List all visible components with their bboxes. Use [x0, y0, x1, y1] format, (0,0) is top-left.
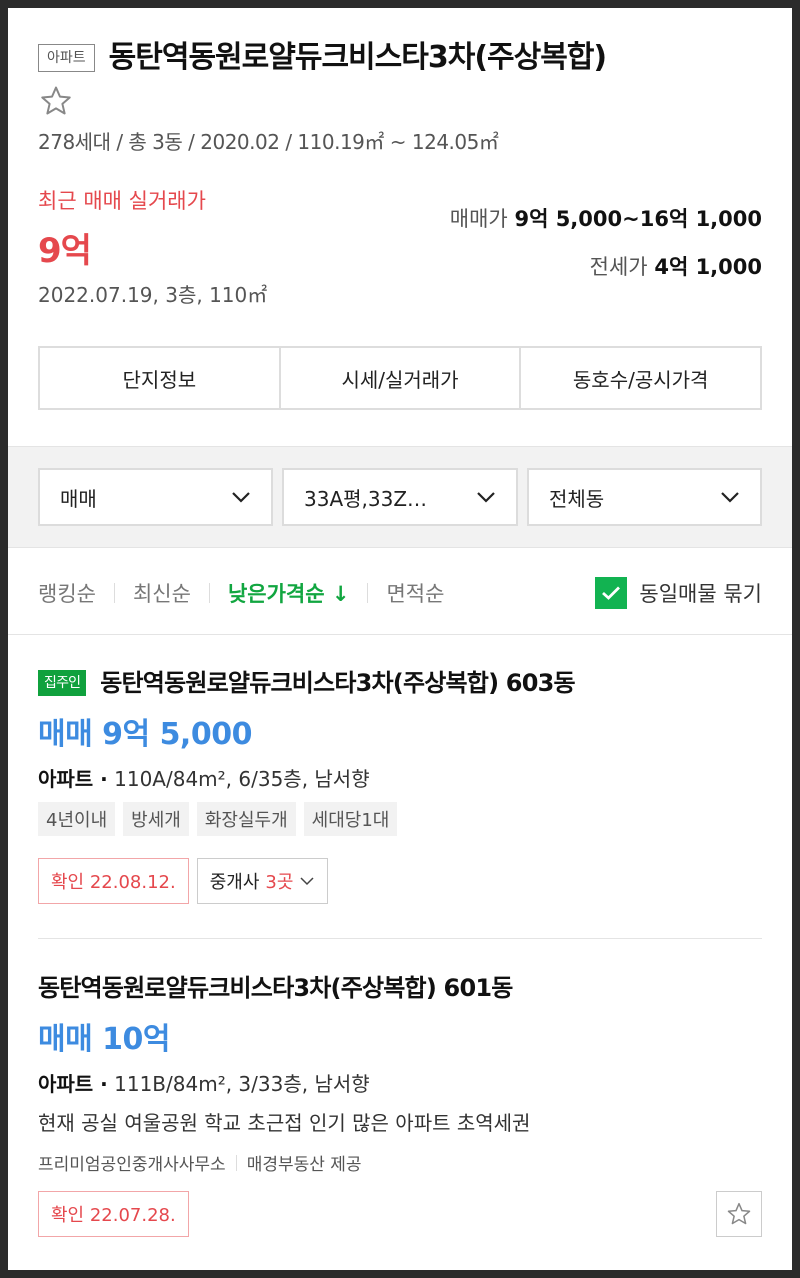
- area-value: 33A평,33Z…: [304, 486, 428, 511]
- provider-divider: [235, 1154, 237, 1171]
- trade-type-select[interactable]: 매매: [38, 468, 273, 526]
- app-frame: 아파트 동탄역동원로얄듀크비스타3차(주상복합) 278세대 / 총 3동 / …: [8, 8, 792, 1270]
- listing-tags: 4년이내 방세개 화장실두개 세대당1대: [38, 802, 762, 836]
- agency-name: 프리미엄공인중개사사무소: [38, 1155, 226, 1175]
- recent-trade-price: 9억: [38, 231, 92, 271]
- listing-price: 매매 9억 5,000: [38, 717, 252, 752]
- listing-tag: 4년이내: [38, 802, 116, 836]
- listing-spec-type: 아파트 ·: [38, 767, 108, 791]
- jeonse-price-value: 4억 1,000: [654, 255, 762, 279]
- complex-summary: 278세대 / 총 3동 / 2020.02 / 110.19㎡ ~ 124.0…: [38, 130, 499, 154]
- property-type-tag: 아파트: [38, 44, 95, 72]
- sale-price-range: 매매가 9억 5,000~16억 1,000: [450, 203, 762, 233]
- listing-spec-detail: 111B/84m², 3/33층, 남서향: [107, 1072, 370, 1096]
- listing-tag: 세대당1대: [303, 802, 398, 836]
- star-icon: [727, 1202, 751, 1225]
- chevron-down-icon: [232, 492, 250, 503]
- complex-header: 아파트 동탄역동원로얄듀크비스타3차(주상복합) 278세대 / 총 3동 / …: [8, 8, 792, 446]
- sort-low-price[interactable]: 낮은가격순 ↓: [228, 578, 350, 608]
- owner-badge: 집주인: [38, 670, 87, 696]
- complex-title: 동탄역동원로얄듀크비스타3차(주상복합): [108, 40, 607, 75]
- listing-provider: 프리미엄공인중개사사무소 매경부동산 제공: [38, 1150, 762, 1175]
- tab-unit-official-price[interactable]: 동호수/공시가격: [521, 348, 761, 408]
- listing-title: 동탄역동원로얄듀크비스타3차(주상복합) 601동: [38, 974, 513, 1002]
- area-select[interactable]: 33A평,33Z…: [282, 468, 518, 526]
- sort-area[interactable]: 면적순: [386, 578, 444, 608]
- chevron-down-icon: [300, 877, 314, 886]
- sort-divider: [208, 583, 210, 603]
- building-value: 전체동: [549, 486, 605, 511]
- agency-count-button[interactable]: 중개사 3곳: [196, 858, 329, 904]
- favorite-star-icon[interactable]: [39, 84, 73, 118]
- chevron-down-icon: [477, 492, 495, 503]
- price-block: 최근 매매 실거래가 9억 2022.07.19, 3층, 110㎡ 매매가 9…: [38, 185, 762, 315]
- sort-divider: [367, 583, 369, 603]
- data-provider: 매경부동산 제공: [246, 1155, 362, 1175]
- jeonse-price-range: 전세가 4억 1,000: [590, 251, 762, 281]
- building-select[interactable]: 전체동: [527, 468, 762, 526]
- tab-market-price[interactable]: 시세/실거래가: [280, 348, 522, 408]
- checkbox-checked-icon[interactable]: [595, 577, 628, 609]
- chevron-down-icon: [721, 492, 739, 503]
- favorite-listing-button[interactable]: [716, 1191, 762, 1237]
- listing-spec-type: 아파트 ·: [38, 1072, 108, 1096]
- section-divider: [8, 634, 792, 635]
- listing-tag: 방세개: [123, 802, 189, 836]
- sale-price-label: 매매가: [449, 207, 508, 231]
- listing-spec: 아파트 · 110A/84m², 6/35층, 남서향: [38, 763, 762, 792]
- sort-divider: [113, 583, 115, 603]
- listing-spec-detail: 110A/84m², 6/35층, 남서향: [107, 767, 370, 791]
- group-same-listings-toggle[interactable]: 동일매물 묶기: [595, 577, 762, 609]
- trade-type-value: 매매: [60, 486, 97, 511]
- confirm-date-badge: 확인 22.07.28.: [38, 1191, 189, 1237]
- sale-price-value: 9억 5,000~16억 1,000: [514, 207, 762, 231]
- listing-tag: 화장실두개: [196, 802, 296, 836]
- filter-bar: 매매 33A평,33Z… 전체동: [8, 446, 792, 548]
- agency-label: 중개사: [209, 872, 260, 893]
- listing-description: 현재 공실 여울공원 학교 초근접 인기 많은 아파트 초역세권: [38, 1111, 531, 1135]
- listing-spec: 아파트 · 111B/84m², 3/33층, 남서향: [38, 1068, 762, 1097]
- group-same-listings-label: 동일매물 묶기: [639, 582, 762, 606]
- agency-count: 3곳: [265, 872, 294, 893]
- listing-item[interactable]: 집주인 동탄역동원로얄듀크비스타3차(주상복합) 603동 매매 9억 5,00…: [38, 663, 762, 904]
- recent-trade-detail: 2022.07.19, 3층, 110㎡: [38, 283, 268, 307]
- jeonse-price-label: 전세가: [589, 255, 648, 279]
- recent-trade-label: 최근 매매 실거래가: [38, 189, 206, 213]
- sort-latest[interactable]: 최신순: [133, 578, 191, 608]
- listing-divider: [38, 938, 762, 939]
- confirm-date-badge: 확인 22.08.12.: [38, 858, 189, 904]
- tab-complex-info[interactable]: 단지정보: [40, 348, 281, 408]
- listing-price: 매매 10억: [38, 1022, 171, 1057]
- listing-item[interactable]: 동탄역동원로얄듀크비스타3차(주상복합) 601동 매매 10억 아파트 · 1…: [38, 968, 762, 1237]
- sort-bar: 랭킹순 최신순 낮은가격순 ↓ 면적순 동일매물 묶기: [38, 568, 762, 618]
- complex-tabs: 단지정보 시세/실거래가 동호수/공시가격: [38, 346, 762, 410]
- sort-ranking[interactable]: 랭킹순: [38, 578, 96, 608]
- listing-title: 동탄역동원로얄듀크비스타3차(주상복합) 603동: [100, 669, 575, 697]
